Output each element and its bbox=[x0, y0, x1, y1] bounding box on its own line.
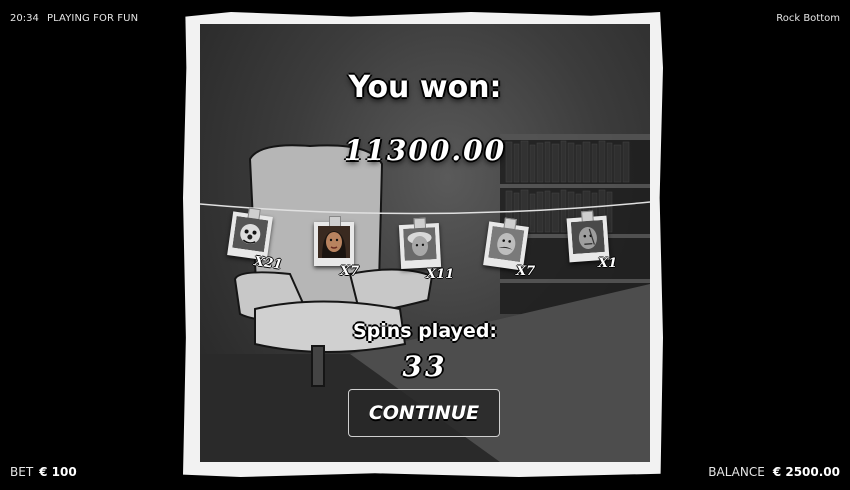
photo-multiplier: X1 bbox=[598, 256, 618, 271]
woman-portrait-icon bbox=[314, 216, 354, 266]
balance-label: BALANCE bbox=[708, 465, 765, 479]
win-amount: 11300.00 bbox=[343, 134, 507, 167]
bottom-bar: BET € 100 BALANCE € 2500.00 bbox=[0, 450, 850, 490]
clown-portrait-icon bbox=[227, 207, 273, 261]
balance-value: € 2500.00 bbox=[772, 465, 840, 479]
spins-played-label: Spins played: bbox=[352, 320, 498, 342]
bet-display: BET € 100 bbox=[10, 465, 77, 479]
photo-multiplier: X7 bbox=[340, 264, 360, 279]
spins-played-value: 33 bbox=[402, 350, 448, 383]
clock: 20:34 bbox=[10, 13, 39, 24]
bet-label: BET bbox=[10, 465, 34, 479]
photo-multiplier: X11 bbox=[426, 267, 455, 282]
win-popup: You won: 11300.00 X21 X7 X11 X7 X1 Spins… bbox=[200, 24, 650, 462]
old-lady-portrait-icon bbox=[398, 217, 442, 270]
balance-display: BALANCE € 2500.00 bbox=[708, 465, 840, 479]
photo-multiplier: X7 bbox=[516, 264, 536, 279]
win-heading: You won: bbox=[348, 70, 502, 105]
bet-value: € 100 bbox=[39, 465, 77, 479]
continue-button[interactable]: CONTINUE bbox=[348, 389, 500, 437]
play-mode-label: PLAYING FOR FUN bbox=[47, 13, 139, 24]
game-title: Rock Bottom bbox=[776, 13, 840, 24]
